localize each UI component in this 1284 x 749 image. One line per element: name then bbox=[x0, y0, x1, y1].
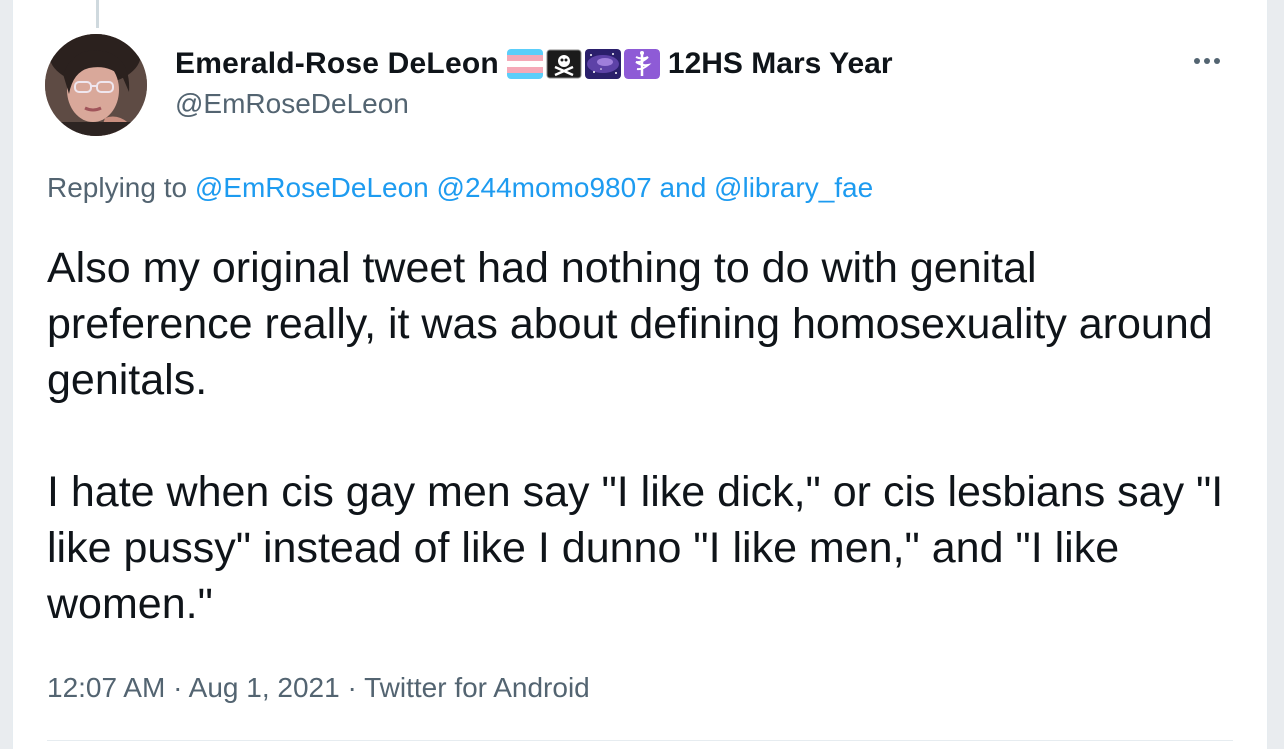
divider bbox=[47, 740, 1233, 741]
avatar-photo bbox=[45, 34, 147, 136]
replying-to-line: Replying to @EmRoseDeLeon @244momo9807 a… bbox=[47, 172, 873, 204]
reply-mention-244momo9807[interactable]: @244momo9807 bbox=[437, 172, 652, 203]
author-emoji-flags bbox=[506, 49, 660, 79]
thread-connector-line bbox=[96, 0, 99, 28]
tweet-body: Also my original tweet had nothing to do… bbox=[47, 240, 1237, 632]
replying-to-label: Replying to bbox=[47, 172, 188, 203]
reply-mention-library-fae[interactable]: @library_fae bbox=[714, 172, 873, 203]
author-handle[interactable]: @EmRoseDeLeon bbox=[175, 88, 409, 120]
tweet-card: Emerald-Rose DeLeon 12HS Mars Year @EmRo… bbox=[12, 0, 1268, 749]
meta-separator: · bbox=[347, 672, 357, 703]
tweet-date[interactable]: Aug 1, 2021 bbox=[189, 672, 340, 703]
author-name-suffix: 12HS Mars Year bbox=[667, 47, 893, 80]
ellipsis-icon bbox=[1194, 58, 1220, 64]
tweet-text-paragraph: I hate when cis gay men say "I like dick… bbox=[47, 468, 1224, 628]
reply-mention-and[interactable]: and bbox=[660, 172, 707, 203]
meta-separator: · bbox=[173, 672, 183, 703]
author-display-name[interactable]: Emerald-Rose DeLeon bbox=[175, 47, 499, 81]
reply-mention-emrosedeleon[interactable]: @EmRoseDeLeon bbox=[195, 172, 429, 203]
avatar[interactable] bbox=[45, 34, 147, 136]
tweet-time[interactable]: 12:07 AM bbox=[47, 672, 165, 703]
more-options-button[interactable] bbox=[1187, 46, 1227, 76]
pirate-flag-icon bbox=[546, 49, 582, 79]
tweet-text-paragraph: Also my original tweet had nothing to do… bbox=[47, 244, 1213, 404]
galaxy-icon bbox=[584, 49, 621, 79]
tweet-source[interactable]: Twitter for Android bbox=[364, 672, 590, 703]
transgender-flag-icon bbox=[506, 49, 543, 79]
tweet-meta: 12:07 AM · Aug 1, 2021 · Twitter for And… bbox=[47, 672, 590, 704]
medical-symbol-icon bbox=[623, 49, 660, 79]
author-name-row[interactable]: Emerald-Rose DeLeon 12HS Mars Year bbox=[175, 44, 893, 84]
